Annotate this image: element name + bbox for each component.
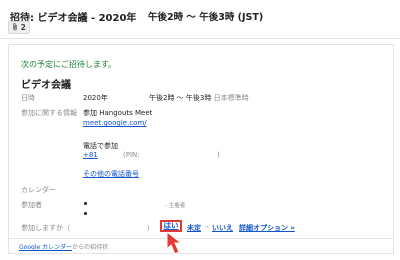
pin-close: ) xyxy=(217,151,220,159)
calendar-label: カレンダー xyxy=(21,186,56,194)
hangouts-text: 参加 Hangouts Meet xyxy=(83,109,153,117)
organizer-tag: - 主催者 xyxy=(165,203,186,209)
email-header: 招待: ビデオ会議 - 2020年 午後2時 〜 午後3時 (JST) 2 xyxy=(0,0,400,39)
attachment-count: 2 xyxy=(20,23,26,32)
event-date: 2020年 xyxy=(83,94,108,102)
email-subject-time: 午後2時 〜 午後3時 (JST) xyxy=(148,12,264,23)
rsvp-maybe-button[interactable]: 未定 xyxy=(187,223,201,233)
attendees-label: 参加者 xyxy=(21,201,42,209)
when-label: 日時 xyxy=(21,94,35,102)
phone-number-link[interactable]: +81 xyxy=(83,151,98,159)
event-timezone: 日本標準時 xyxy=(213,94,249,102)
email-view: 招待: ビデオ会議 - 2020年 午後2時 〜 午後3時 (JST) 2 次の… xyxy=(0,0,400,260)
event-time-range: 午後2時 〜 午後3時 xyxy=(149,94,212,102)
more-phone-numbers-link[interactable]: その他の電話番号 xyxy=(83,169,139,179)
footer-suffix: からの招待状 xyxy=(72,244,109,251)
invite-message: 次の予定にご招待します。 xyxy=(21,60,117,69)
rsvp-yes-button[interactable]: はい xyxy=(160,220,182,232)
attendee-bullet xyxy=(84,202,87,205)
event-title: ビデオ会議 xyxy=(21,80,71,91)
attendee-bullet xyxy=(84,212,87,215)
cursor-arrow-icon xyxy=(163,230,185,260)
rsvp-separator: - xyxy=(206,223,209,231)
rsvp-no-button[interactable]: いいえ xyxy=(212,223,233,233)
rsvp-close-paren: ） xyxy=(147,224,154,232)
event-time: 午後2時 〜 午後3時 日本標準時 xyxy=(149,93,249,103)
phone-heading: 電話で参加 xyxy=(83,142,118,150)
card-divider xyxy=(9,238,393,239)
joining-label: 参加に関する情報 xyxy=(21,109,77,117)
invitation-card: 次の予定にご招待します。 ビデオ会議 日時 2020年 午後2時 〜 午後3時 … xyxy=(8,44,394,254)
card-footer: Google カレンダーからの招待状 xyxy=(19,242,108,251)
paperclip-icon xyxy=(12,23,18,32)
google-calendar-link[interactable]: Google カレンダー xyxy=(19,244,72,251)
rsvp-label: 参加しますか（ xyxy=(21,224,70,232)
attachment-chip[interactable]: 2 xyxy=(8,21,30,34)
rsvp-more-options-link[interactable]: 詳細オプション » xyxy=(239,223,295,233)
meet-link[interactable]: meet.google.com/ xyxy=(83,119,147,127)
pin-text: (PIN: xyxy=(123,151,140,159)
